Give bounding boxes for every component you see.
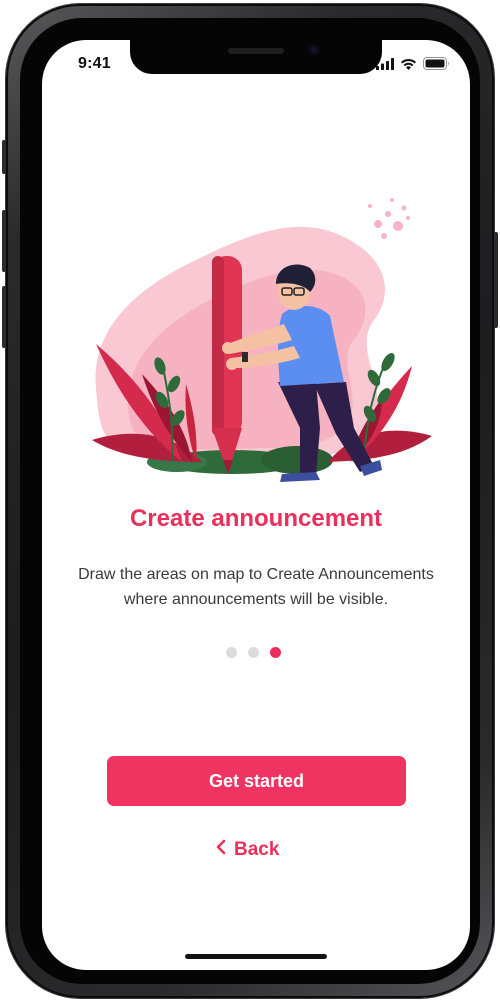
get-started-button[interactable]: Get started [107,756,406,806]
onboarding-description: Draw the areas on map to Create Announce… [78,566,434,608]
notch [130,40,382,74]
onboarding-title: Create announcement [129,505,383,532]
signal-icon [376,57,394,75]
battery-icon [423,57,450,75]
status-time: 9:41 [78,55,111,72]
power-button [494,232,498,328]
back-link[interactable]: Back [216,839,279,861]
volume-down-button [2,286,6,348]
silent-switch [2,140,6,174]
pagination-dot-2[interactable] [248,647,259,658]
home-indicator[interactable] [185,954,327,959]
chevron-left-icon [216,839,226,861]
wifi-icon [400,57,417,75]
volume-up-button [2,210,6,272]
onboarding-illustration-svg [92,198,432,482]
pagination-dot-1[interactable] [226,647,237,658]
pagination-dots [226,647,281,658]
front-camera [308,44,320,56]
person-holding-pencil-illustration [82,166,432,486]
pagination-dot-3[interactable] [270,647,281,658]
phone-screen: 9:41 Create announcement Draw the areas … [42,40,470,970]
speaker-grille [228,48,284,54]
status-icons [376,57,450,75]
back-label: Back [234,839,280,860]
